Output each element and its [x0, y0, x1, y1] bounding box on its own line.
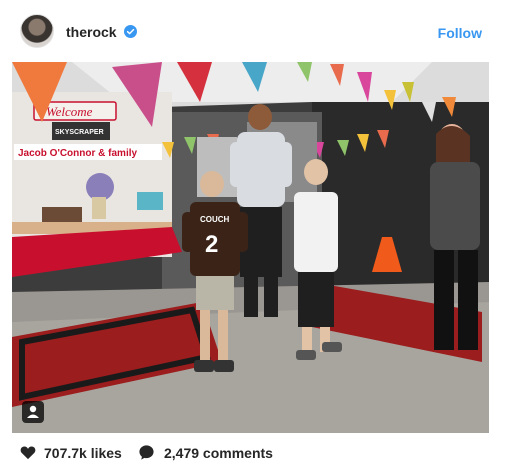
verified-badge-icon — [124, 25, 137, 38]
jersey-number: 2 — [205, 231, 218, 258]
post-photo[interactable]: Welcome to SKYSCRAPER Jacob O'Connor & f… — [12, 62, 489, 433]
likes-count[interactable]: 707.7k likes — [44, 445, 122, 461]
tagged-user-icon[interactable] — [22, 401, 44, 423]
comments-count[interactable]: 2,479 comments — [164, 445, 273, 461]
post-actions: 707.7k likes 2,479 comments — [20, 444, 500, 464]
sign-welcome: Welcome — [46, 104, 93, 119]
jersey-name: COUCH — [200, 215, 230, 224]
comment-icon[interactable] — [138, 444, 155, 461]
avatar[interactable] — [20, 14, 54, 48]
username[interactable]: therock — [66, 24, 117, 40]
sign-skyscraper: SKYSCRAPER — [55, 129, 104, 136]
sign-family: Jacob O'Connor & family — [18, 148, 138, 159]
post-header: therock Follow — [0, 0, 512, 62]
follow-button[interactable]: Follow — [438, 25, 482, 41]
heart-icon[interactable] — [20, 445, 36, 460]
